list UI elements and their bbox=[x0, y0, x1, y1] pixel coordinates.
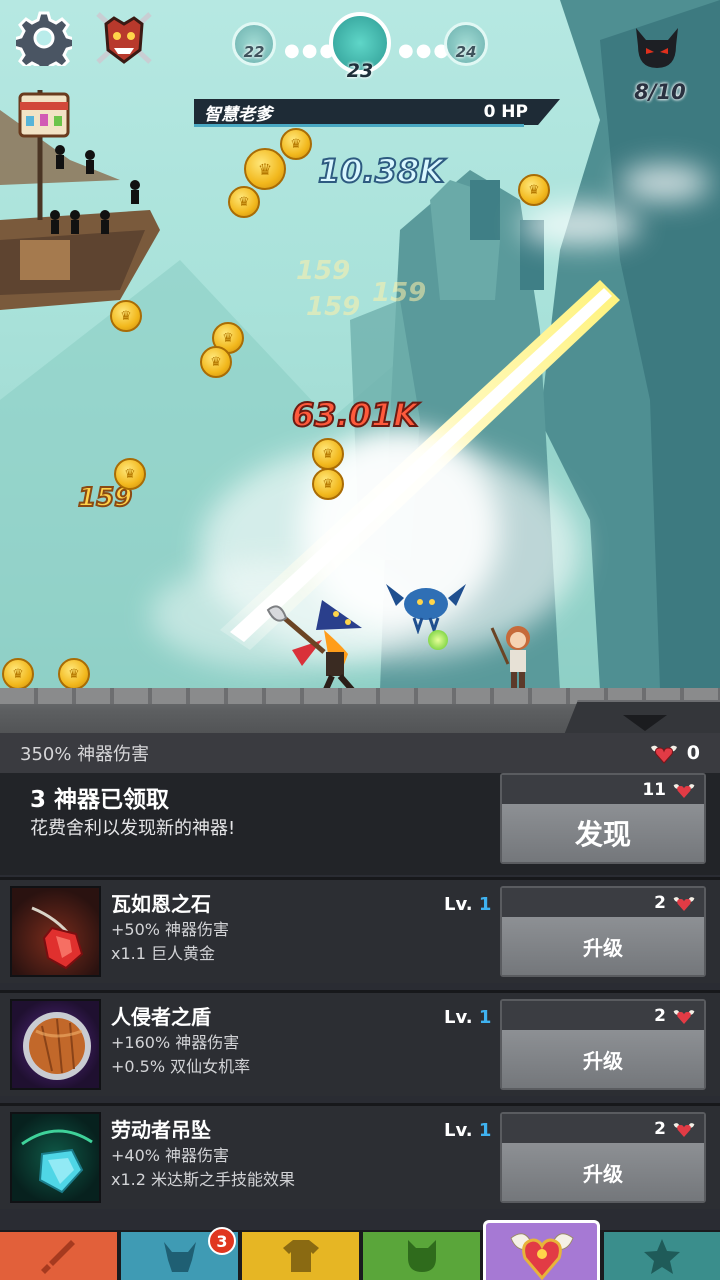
red-gem-icon bbox=[10, 886, 101, 977]
gold-coin[interactable]: ♛ bbox=[312, 438, 344, 470]
winged-heart-icon bbox=[673, 896, 695, 911]
upgrade-cost-value: 2 bbox=[654, 1005, 666, 1026]
upgrade-button[interactable]: 2 升级 bbox=[500, 1112, 706, 1203]
artifact-effect-secondary: x1.2 米达斯之手技能效果 bbox=[111, 1170, 296, 1189]
star-icon bbox=[644, 1239, 680, 1274]
winged-heart-icon bbox=[673, 783, 695, 798]
fairy-archer[interactable] bbox=[488, 618, 548, 694]
crystal-pendant-icon bbox=[10, 1112, 101, 1203]
boss-hp-bar: 智慧老爹 0 HP bbox=[194, 99, 560, 125]
cloud bbox=[520, 205, 640, 245]
gold-coin[interactable]: ♛ bbox=[2, 658, 34, 690]
stage-next-number: 24 bbox=[455, 43, 477, 61]
discover-label: 发现 bbox=[502, 804, 704, 862]
shirt-icon bbox=[282, 1240, 319, 1272]
stage-prev-number: 22 bbox=[243, 43, 265, 61]
stage-prev: 22 bbox=[232, 22, 276, 66]
artifact-level: Lv. 1 bbox=[444, 1007, 491, 1028]
level-prefix: Lv. bbox=[444, 1120, 473, 1141]
artifact-effect-secondary: +0.5% 双仙女机率 bbox=[111, 1057, 251, 1076]
hero-wizard[interactable] bbox=[262, 590, 392, 694]
boss-fight-icon[interactable] bbox=[94, 10, 154, 66]
gold-coin[interactable]: ♛ bbox=[114, 458, 146, 490]
artifacts-owned-title: 3 神器已领取 bbox=[30, 787, 170, 813]
upgrade-label: 升级 bbox=[502, 1143, 704, 1201]
upgrade-cost: 2 bbox=[502, 1001, 704, 1030]
winged-heart-icon bbox=[673, 1122, 695, 1137]
tab-shop[interactable] bbox=[604, 1232, 720, 1280]
artifact-effect-primary: +160% 神器伤害 bbox=[111, 1033, 240, 1052]
upgrade-button[interactable]: 2 升级 bbox=[500, 886, 706, 977]
discover-description: 花费舍利以发现新的神器! bbox=[30, 818, 236, 839]
chevron-down-icon[interactable] bbox=[623, 715, 667, 731]
gold-coin[interactable]: ♛ bbox=[228, 186, 260, 218]
artifact-level: Lv. 1 bbox=[444, 1120, 491, 1141]
round-shield-icon bbox=[10, 999, 101, 1090]
viking-helmet-icon bbox=[163, 1242, 196, 1272]
sword-icon bbox=[40, 1240, 75, 1274]
level-number: 1 bbox=[478, 894, 492, 915]
stage-progress-count: 8/10 bbox=[634, 80, 686, 104]
gold-coin[interactable]: ♛ bbox=[518, 174, 550, 206]
discover-cost: 11 bbox=[502, 775, 704, 804]
tab-weapons[interactable] bbox=[0, 1232, 117, 1280]
green-spark-effect bbox=[428, 630, 448, 650]
artifact-damage-bonus: 350% 神器伤害 bbox=[20, 744, 150, 765]
tab-pets[interactable] bbox=[363, 1232, 480, 1280]
discover-cost-value: 11 bbox=[642, 779, 666, 800]
hero-notification-badge: 3 bbox=[208, 1227, 236, 1255]
gold-coin[interactable]: ♛ bbox=[280, 128, 312, 160]
upgrade-label: 升级 bbox=[502, 1030, 704, 1088]
level-number: 1 bbox=[478, 1007, 492, 1028]
upgrade-cost: 2 bbox=[502, 888, 704, 917]
upgrade-label: 升级 bbox=[502, 917, 704, 975]
gold-coin[interactable]: ♛ bbox=[244, 148, 286, 190]
artifact-name: 瓦如恩之石 bbox=[111, 892, 211, 916]
level-prefix: Lv. bbox=[444, 1007, 473, 1028]
gold-coin[interactable]: ♛ bbox=[110, 300, 142, 332]
stage-current: 23 bbox=[329, 12, 391, 82]
upgrade-button[interactable]: 2 升级 bbox=[500, 999, 706, 1090]
upgrade-cost: 2 bbox=[502, 1114, 704, 1143]
winged-heart-icon bbox=[650, 745, 677, 764]
winged-heart-icon bbox=[509, 1232, 574, 1280]
gold-coin[interactable]: ♛ bbox=[200, 346, 232, 378]
boss-name: 智慧老爹 bbox=[204, 104, 272, 125]
damage-number: 10.38K bbox=[317, 151, 445, 191]
artifact-name: 人侵者之盾 bbox=[111, 1005, 211, 1029]
demon-icon bbox=[630, 24, 684, 72]
level-number: 1 bbox=[478, 1120, 492, 1141]
discover-button[interactable]: 11 发现 bbox=[500, 773, 706, 864]
winged-heart-icon bbox=[673, 1009, 695, 1024]
artifact-info-bar: 350% 神器伤害 0 bbox=[0, 733, 720, 773]
game-scene[interactable]: 22 ●●● 23 ●●● 24 8/10 智慧老爹 0 HP 10.38K 1… bbox=[0, 0, 720, 745]
gear-icon[interactable] bbox=[16, 10, 72, 66]
boss-hp-value: 0 HP bbox=[483, 102, 528, 122]
tab-equipment[interactable] bbox=[242, 1232, 359, 1280]
artifact-effect-primary: +50% 神器伤害 bbox=[111, 920, 230, 939]
shop-icon[interactable] bbox=[16, 90, 72, 140]
pet-icon bbox=[407, 1240, 436, 1272]
artifact-level: Lv. 1 bbox=[444, 894, 491, 915]
relic-counter: 0 bbox=[649, 741, 700, 765]
tab-artifacts[interactable] bbox=[483, 1220, 600, 1280]
stage-current-number: 23 bbox=[346, 60, 374, 82]
artifact-name: 劳动者吊坠 bbox=[111, 1118, 211, 1142]
gold-coin[interactable]: ♛ bbox=[58, 658, 90, 690]
upgrade-cost-value: 2 bbox=[654, 892, 666, 913]
relic-count: 0 bbox=[686, 742, 700, 764]
monster-enemy[interactable] bbox=[386, 574, 466, 634]
boss-hp-bar-edge bbox=[194, 124, 524, 127]
level-prefix: Lv. bbox=[444, 894, 473, 915]
artifact-effect-primary: +40% 神器伤害 bbox=[111, 1146, 230, 1165]
critical-damage-number: 63.01K bbox=[291, 395, 419, 435]
gold-coin[interactable]: ♛ bbox=[312, 468, 344, 500]
cloud bbox=[620, 165, 710, 201]
stage-next: 24 bbox=[444, 22, 488, 66]
upgrade-cost-value: 2 bbox=[654, 1118, 666, 1139]
artifact-effect-secondary: x1.1 巨人黄金 bbox=[111, 944, 216, 963]
